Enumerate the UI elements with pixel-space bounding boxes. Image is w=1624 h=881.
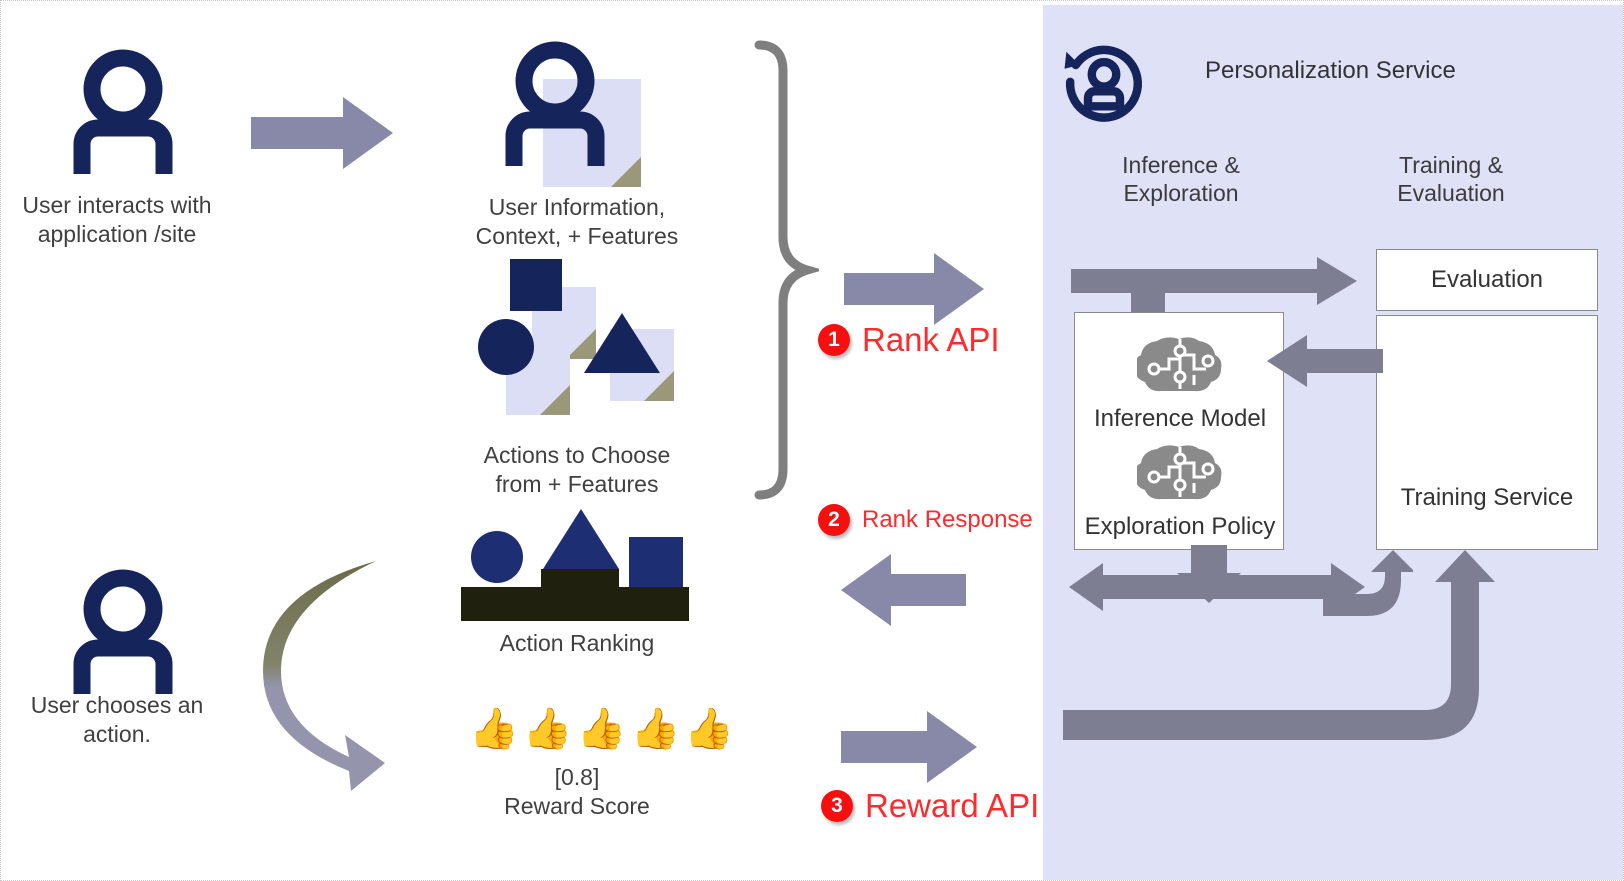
square-icon xyxy=(510,259,562,311)
thumb-up-icon: 👍 xyxy=(630,707,681,751)
step-badge-1: 1 xyxy=(818,324,850,356)
podium-base xyxy=(461,587,689,621)
user-chooses-caption: User chooses an action. xyxy=(30,692,204,747)
reward-score-caption: Reward Score xyxy=(504,793,650,819)
circle-icon xyxy=(471,531,523,583)
rank-response-label: Rank Response xyxy=(862,506,1033,533)
thumb-up-icon: 👍 xyxy=(469,707,519,751)
thumb-up-icon: 👍 xyxy=(522,707,573,751)
person-icon xyxy=(69,569,177,699)
circle-icon xyxy=(478,319,534,375)
curved-arrow-icon xyxy=(256,556,396,796)
arrow-right-icon xyxy=(841,711,977,788)
square-icon xyxy=(629,537,683,591)
reward-score-value: [0.8] xyxy=(554,764,600,790)
user-interacts-caption: User interacts with application /site xyxy=(22,192,212,247)
evaluation-box: Evaluation xyxy=(1376,249,1598,311)
action-ranking-caption: Action Ranking xyxy=(499,630,655,656)
rank-api-callout: 1 Rank API xyxy=(818,321,1000,359)
inference-exploration-heading: Inference & Exploration xyxy=(1122,152,1240,206)
actions-caption: Actions to Choose from + Features xyxy=(483,442,671,497)
triangle-icon xyxy=(543,509,619,569)
inference-model-label: Inference Model xyxy=(1093,405,1267,432)
training-service-box: Training Service xyxy=(1376,315,1598,550)
arrow-right-icon xyxy=(251,97,393,174)
rank-response-callout: 2 Rank Response xyxy=(818,504,1033,536)
inference-box: Inference Model Exploration Policy xyxy=(1074,312,1284,550)
arrow-right-icon xyxy=(844,253,984,330)
page-fold xyxy=(540,385,570,415)
arrow-left-icon xyxy=(841,554,966,631)
diagram-canvas: Personalization Service Inference & Expl… xyxy=(0,0,1624,881)
reward-api-callout: 3 Reward API xyxy=(821,787,1039,825)
step-badge-3: 3 xyxy=(821,790,853,822)
rank-api-label: Rank API xyxy=(862,321,1000,358)
reward-api-label: Reward API xyxy=(865,787,1040,824)
person-document-icon xyxy=(501,41,661,196)
step-badge-2: 2 xyxy=(818,504,850,536)
person-icon xyxy=(69,49,177,179)
brain-circuit-icon xyxy=(1134,439,1223,510)
thumb-up-icon-empty: 👍 xyxy=(684,707,735,751)
panel-title: Personalization Service xyxy=(1205,57,1456,84)
user-information-caption: User Information, Context, + Features xyxy=(475,194,679,249)
reward-thumbs: 👍 👍 👍 👍 👍 xyxy=(469,707,734,761)
action-ranking-icons xyxy=(461,509,689,621)
actions-to-choose-icons xyxy=(466,259,686,417)
curly-brace-icon xyxy=(749,39,824,506)
training-service-label: Training Service xyxy=(1400,484,1574,511)
thumb-up-icon: 👍 xyxy=(576,707,627,751)
page-fold xyxy=(611,157,641,187)
personalizer-loop-icon xyxy=(1057,33,1151,127)
arrow-training-to-inference xyxy=(1263,335,1383,387)
evaluation-label: Evaluation xyxy=(1430,266,1544,293)
brain-circuit-icon xyxy=(1134,331,1223,402)
triangle-icon xyxy=(584,313,660,373)
exploration-policy-label: Exploration Policy xyxy=(1084,513,1276,540)
arrow-reward-to-training xyxy=(1063,550,1503,740)
page-fold xyxy=(644,371,674,401)
personalization-service-panel: Personalization Service Inference & Expl… xyxy=(1043,5,1623,880)
training-evaluation-heading: Training & Evaluation xyxy=(1397,152,1505,206)
